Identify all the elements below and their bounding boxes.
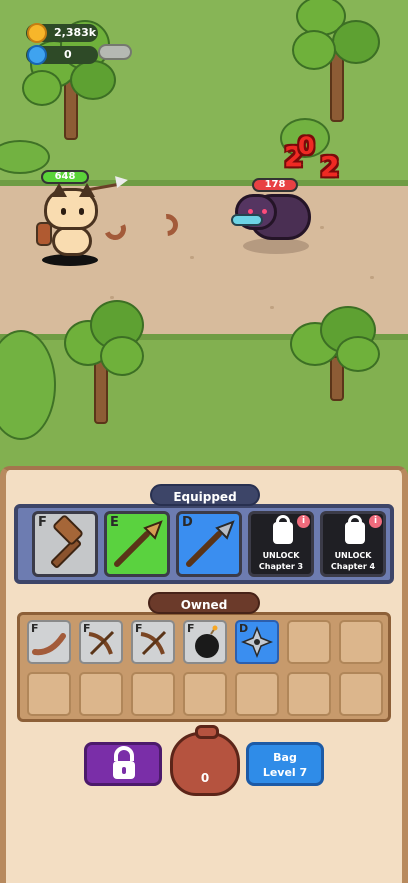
- bag-level-label: Bag: [273, 751, 297, 764]
- info-icon[interactable]: i: [297, 515, 310, 528]
- player-hp-bar: 648: [41, 170, 89, 184]
- rock: [98, 44, 132, 60]
- gem-counter: 0: [26, 45, 98, 65]
- unlock-label: UNLOCK: [334, 551, 372, 560]
- bag-count: 0: [200, 771, 210, 785]
- game-scene: 2,383k 0 648 178 2 0 2: [0, 0, 408, 470]
- owned-title: Owned: [148, 592, 260, 614]
- equipped-slots: F E D UNLOCK Chapter 3 i UNLOCK Chapter …: [14, 504, 394, 584]
- coin-icon: [27, 23, 47, 43]
- locked-slot-chapter-3[interactable]: UNLOCK Chapter 3 i: [248, 511, 314, 577]
- equipped-slot-2[interactable]: E: [104, 511, 170, 577]
- bag-button[interactable]: 0: [170, 725, 240, 796]
- crossbow-icon: [88, 630, 115, 656]
- boomerang-icon: [32, 633, 66, 656]
- owned-item-shuriken[interactable]: D: [235, 620, 279, 664]
- spear-icon: [186, 520, 235, 567]
- coin-counter: 2,383k: [26, 23, 98, 43]
- empty-slot[interactable]: [287, 672, 331, 716]
- owned-item-boomerang[interactable]: F: [27, 620, 71, 664]
- info-icon[interactable]: i: [369, 515, 382, 528]
- crossbow-icon: [140, 630, 167, 656]
- empty-slot[interactable]: [287, 620, 331, 664]
- equipped-slot-1[interactable]: F: [32, 511, 98, 577]
- shuriken-icon: [240, 625, 274, 659]
- owned-item-crossbow[interactable]: F: [131, 620, 175, 664]
- damage-number: 0: [298, 132, 315, 160]
- bag-icon: [195, 725, 219, 739]
- coin-value: 2,383k: [54, 26, 97, 39]
- gem-value: 0: [64, 48, 72, 61]
- arrow-head-icon: [115, 174, 129, 188]
- tree: [60, 300, 150, 425]
- equipped-slot-3[interactable]: D: [176, 511, 242, 577]
- empty-slot[interactable]: [27, 672, 71, 716]
- bag-level-button[interactable]: Bag Level 7: [246, 742, 324, 786]
- empty-slot[interactable]: [339, 620, 383, 664]
- player-cat: [36, 183, 104, 268]
- locked-slot-chapter-4[interactable]: UNLOCK Chapter 4 i: [320, 511, 386, 577]
- owned-grid: F F F F D: [17, 612, 391, 722]
- fish-icon: [231, 214, 263, 226]
- unlock-label: UNLOCK: [262, 551, 300, 560]
- locked-feature-button[interactable]: [84, 742, 162, 786]
- hammer-icon: [50, 515, 83, 569]
- empty-slot[interactable]: [131, 672, 175, 716]
- bag-level-value: Level 7: [262, 766, 308, 779]
- owned-item-crossbow[interactable]: F: [79, 620, 123, 664]
- tree: [292, 0, 382, 122]
- empty-slot[interactable]: [339, 672, 383, 716]
- bomb-icon: [195, 625, 219, 658]
- tree: [290, 306, 385, 401]
- empty-slot[interactable]: [235, 672, 279, 716]
- empty-slot[interactable]: [79, 672, 123, 716]
- damage-number: 2: [320, 150, 340, 183]
- lock-icon: [113, 746, 135, 779]
- spear-icon: [114, 520, 163, 567]
- empty-slot[interactable]: [183, 672, 227, 716]
- owned-item-bomb[interactable]: F: [183, 620, 227, 664]
- gem-icon: [27, 45, 47, 65]
- equipped-title: Equipped: [150, 484, 260, 506]
- unlock-chapter: Chapter 3: [258, 562, 304, 571]
- unlock-chapter: Chapter 4: [330, 562, 376, 571]
- enemy-bear: [231, 190, 313, 260]
